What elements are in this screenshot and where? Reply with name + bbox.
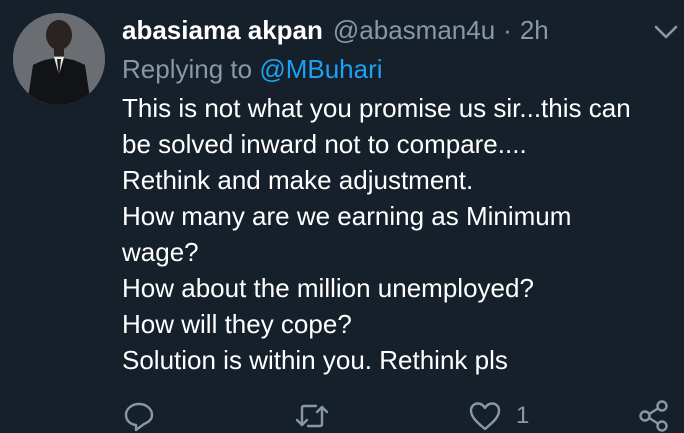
retweet-button[interactable] [294,398,330,433]
separator-dot: · [503,15,512,45]
user-handle[interactable]: @abasman4u [333,10,495,50]
tweet-actions: 1 [122,398,672,433]
tweet-text-line: How will they cope? [122,309,352,339]
share-icon [639,400,668,432]
tweet-header: abasiama akpan @abasman4u · 2h [122,10,672,50]
avatar[interactable] [13,13,105,105]
tweet-text-line: wage? [122,237,199,267]
tweet-text-line: How about the million unemployed? [122,273,534,303]
retweet-icon [295,404,329,428]
like-count: 1 [516,402,530,429]
tweet-text-line: Solution is within you. Rethink pls [122,345,508,375]
replying-to: Replying to @MBuhari [122,50,672,88]
tweet-text-line: How many are we earning as Minimum [122,201,572,231]
heart-icon [469,402,501,431]
tweet-text-line: Rethink and make adjustment. [122,165,474,195]
timestamp[interactable]: 2h [520,10,549,50]
chevron-down-icon [654,25,678,39]
share-button[interactable] [637,398,671,433]
more-options-button[interactable] [652,18,680,46]
reply-button[interactable] [122,398,156,433]
replying-to-label: Replying to [122,54,253,84]
tweet[interactable]: abasiama akpan @abasman4u · 2h Replying … [0,0,684,433]
reply-mention-link[interactable]: @MBuhari [259,54,382,84]
tweet-text: This is not what you promise us sir...th… [122,90,672,378]
reply-icon [124,402,154,432]
display-name[interactable]: abasiama akpan [122,10,323,50]
tweet-content: abasiama akpan @abasman4u · 2h Replying … [122,10,678,378]
like-button[interactable]: 1 [468,398,529,433]
tweet-text-line: be solved inward not to compare.... [122,129,527,159]
tweet-text-line: This is not what you promise us sir...th… [122,93,631,123]
